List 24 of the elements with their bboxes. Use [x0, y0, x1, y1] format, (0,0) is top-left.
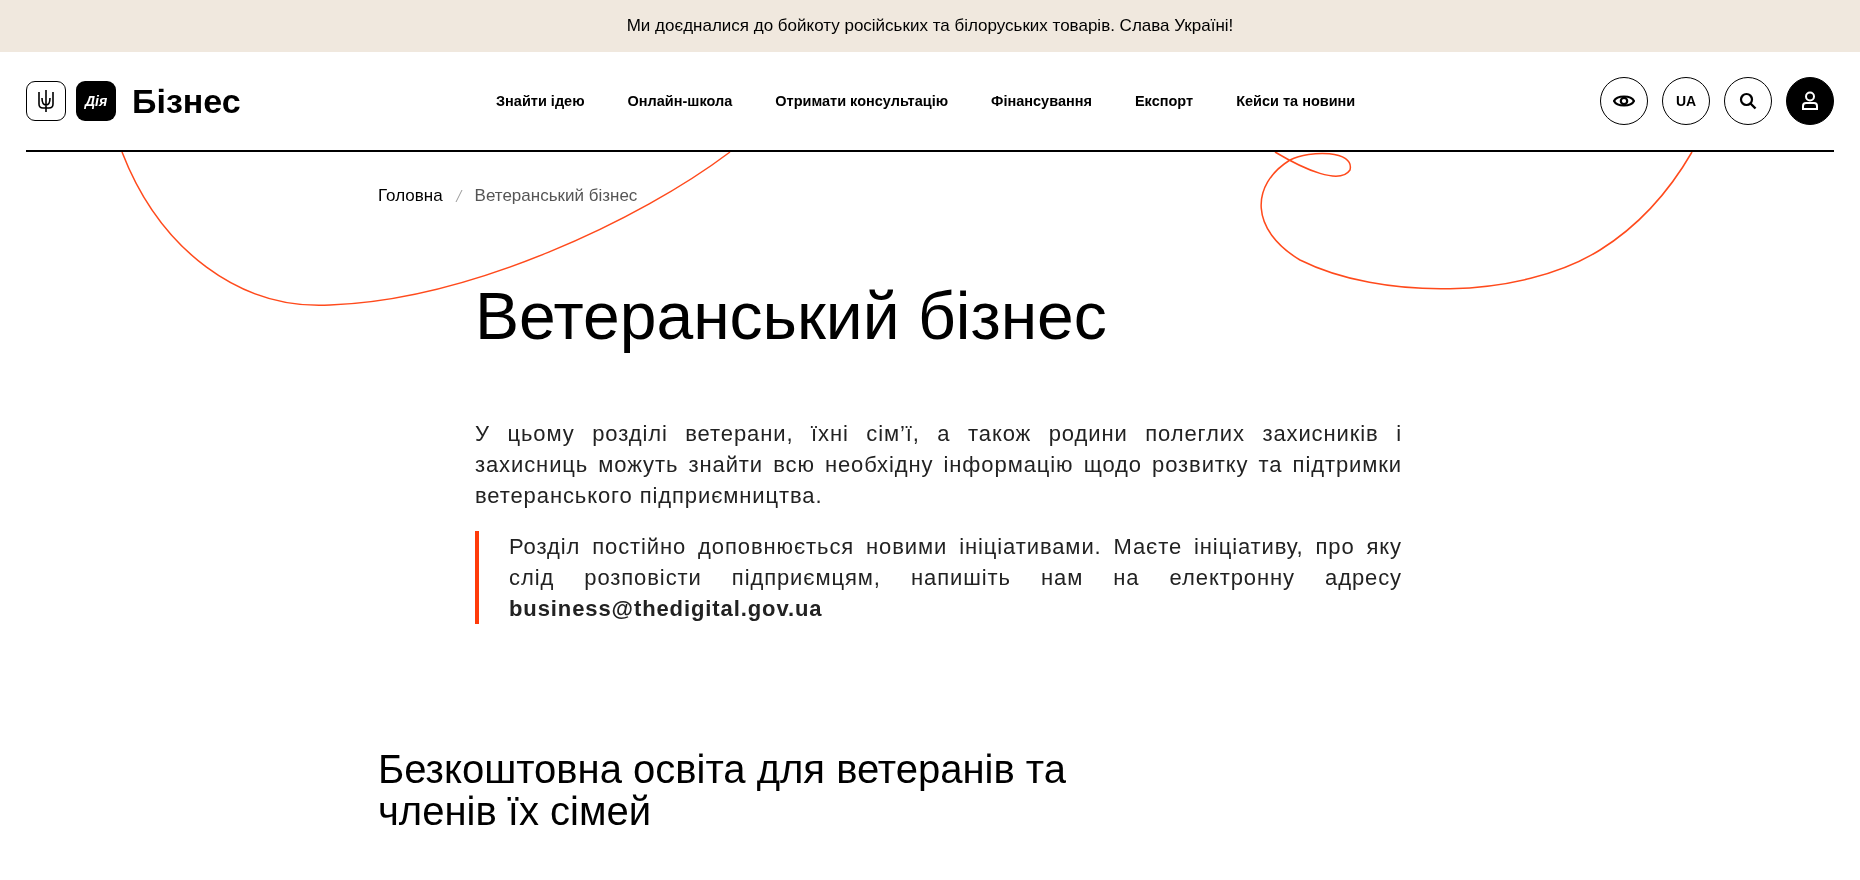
nav-link[interactable]: Знайти ідею	[496, 93, 585, 109]
breadcrumb-link[interactable]: Ветеранський бізнес	[474, 186, 638, 206]
nav-link[interactable]: Фінансування	[991, 93, 1092, 109]
section-heading: Безкоштовна освіта для ветеранів та членів їх сімей	[378, 748, 1067, 832]
logo-text[interactable]: Бізнес	[132, 81, 241, 121]
nav-link[interactable]: Експорт	[1134, 93, 1194, 109]
breadcrumb-link[interactable]: Головна	[378, 186, 443, 206]
page-title: Ветеранський бізнес	[475, 278, 1108, 354]
account-button[interactable]	[1786, 77, 1834, 125]
eye-icon	[1613, 93, 1635, 109]
nav-link[interactable]: Кейси та новини	[1236, 93, 1356, 109]
nav-link[interactable]: Онлайн-школа	[627, 93, 733, 109]
logo-badge[interactable]: Дія	[76, 81, 116, 121]
trident-logo-icon[interactable]	[26, 81, 66, 121]
search-button[interactable]	[1724, 77, 1772, 125]
search-icon	[1739, 92, 1757, 110]
breadcrumb-separator-icon	[454, 189, 463, 203]
language-button[interactable]: UA	[1662, 77, 1710, 125]
user-icon	[1801, 91, 1819, 111]
intro-paragraph: У цьому розділі ветерани, їхні сім’ї, а також родини полеглих захисників і захисниць можуть знайти всю необхідну інформацію щодо розвитку та підтримки ветеранського підприємництва.	[475, 420, 1402, 510]
note-quote: Розділ постійно доповнюється новими ініціативами. Маєте ініціативу, про яку слід розповісти підприємцям, напишіть нам на електронну адресу business@thedigital.gov.ua	[475, 531, 1402, 624]
nav-link[interactable]: Отримати консультацію	[775, 93, 949, 109]
announcement-banner: Ми доєдналися до бойкоту російських та білоруських товарів. Слава Україні!	[0, 0, 1860, 52]
accessibility-button[interactable]	[1600, 77, 1648, 125]
